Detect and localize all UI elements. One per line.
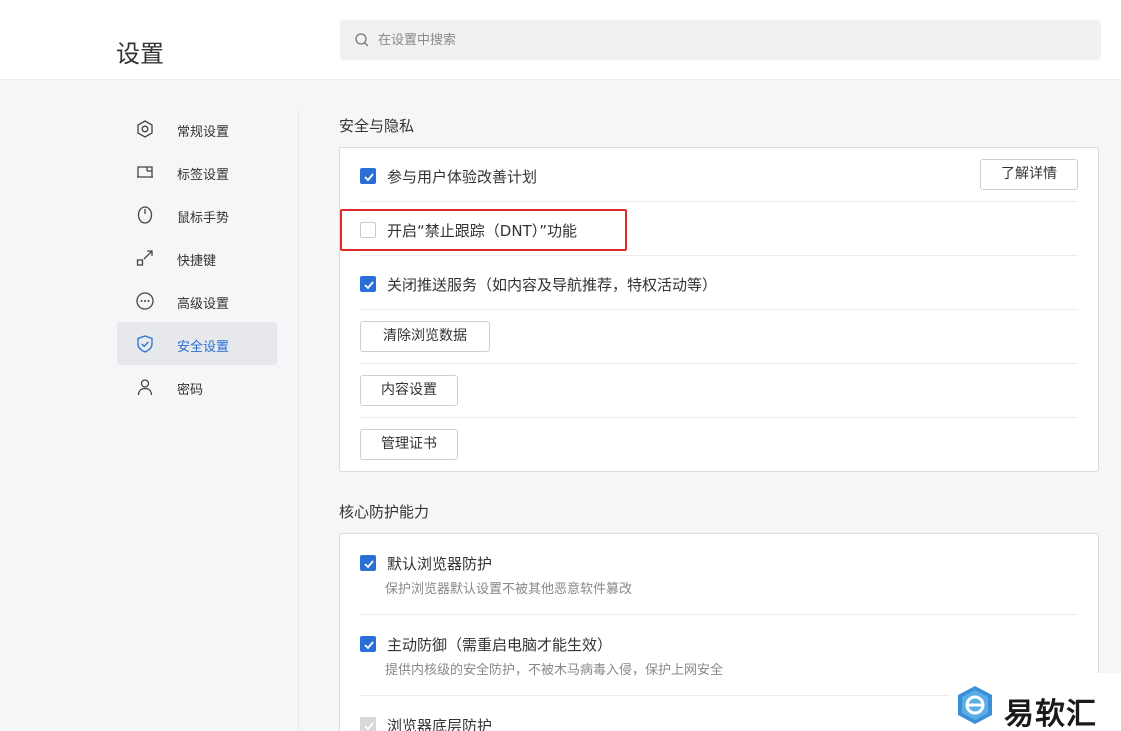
sidebar-item-label: 密码	[177, 383, 204, 398]
low-level-label: 浏览器底层防护	[387, 717, 493, 731]
check-icon	[364, 281, 374, 290]
default-browser-row: 默认浏览器防护 保护浏览器默认设置不被其他恶意软件篡改	[360, 534, 1078, 615]
clear-data-button[interactable]: 清除浏览数据	[360, 321, 490, 352]
shield-icon	[137, 335, 153, 353]
check-icon	[364, 560, 374, 569]
sidebar: 常规设置 标签设置 鼠标手势 快捷键 高级设置 安全设置 密码	[117, 107, 277, 408]
manage-cert-row: 管理证书	[360, 418, 1078, 472]
section-title-protection: 核心防护能力	[339, 503, 430, 521]
default-browser-desc: 保护浏览器默认设置不被其他恶意软件篡改	[385, 582, 633, 597]
sidebar-item-label: 标签设置	[177, 168, 230, 183]
search-box[interactable]	[340, 20, 1101, 60]
brand-logo-icon	[958, 686, 992, 724]
shortcut-arrow-icon	[136, 250, 153, 266]
push-row: 关闭推送服务（如内容及导航推荐，特权活动等）	[360, 256, 1078, 310]
watermark-text: 易软汇	[1004, 697, 1097, 731]
page-title: 设置	[116, 40, 164, 68]
details-button[interactable]: 了解详情	[980, 159, 1078, 190]
sidebar-item-password[interactable]: 密码	[117, 365, 277, 408]
sidebar-item-label: 常规设置	[177, 125, 230, 140]
sidebar-item-security[interactable]: 安全设置	[117, 322, 277, 365]
privacy-card: 参与用户体验改善计划 了解详情 开启“禁止跟踪（DNT）”功能 关闭推送服务（如…	[339, 147, 1099, 472]
push-label: 关闭推送服务（如内容及导航推荐，特权活动等）	[387, 276, 718, 294]
sidebar-item-label: 鼠标手势	[177, 211, 230, 226]
check-icon	[364, 641, 374, 650]
sidebar-item-label: 安全设置	[177, 340, 230, 355]
check-icon	[364, 722, 374, 731]
active-defense-desc: 提供内核级的安全防护，不被木马病毒入侵，保护上网安全	[385, 663, 724, 678]
sidebar-item-shortcuts[interactable]: 快捷键	[117, 236, 277, 279]
content-settings-row: 内容设置	[360, 364, 1078, 418]
mouse-icon	[137, 206, 153, 224]
default-browser-label: 默认浏览器防护	[387, 555, 493, 573]
more-circle-icon	[136, 292, 154, 310]
ux-plan-row: 参与用户体验改善计划 了解详情	[360, 148, 1078, 202]
ux-plan-checkbox[interactable]	[360, 168, 376, 184]
watermark-logo: 易软汇	[950, 673, 1121, 731]
sidebar-item-label: 快捷键	[177, 254, 217, 269]
active-defense-label: 主动防御（需重启电脑才能生效）	[387, 636, 613, 654]
sidebar-divider	[298, 110, 299, 731]
ux-plan-label: 参与用户体验改善计划	[387, 168, 538, 186]
sidebar-item-label: 高级设置	[177, 297, 230, 312]
sidebar-item-advanced[interactable]: 高级设置	[117, 279, 277, 322]
sidebar-item-general[interactable]: 常规设置	[117, 107, 277, 150]
active-defense-checkbox[interactable]	[360, 636, 376, 652]
clear-data-row: 清除浏览数据	[360, 310, 1078, 364]
sidebar-item-mouse[interactable]: 鼠标手势	[117, 193, 277, 236]
sidebar-item-tabs[interactable]: 标签设置	[117, 150, 277, 193]
check-icon	[364, 173, 374, 182]
push-checkbox[interactable]	[360, 276, 376, 292]
tab-icon	[137, 166, 153, 178]
user-icon	[137, 379, 153, 396]
manage-cert-button[interactable]: 管理证书	[360, 429, 458, 460]
default-browser-checkbox[interactable]	[360, 555, 376, 571]
hexagon-settings-icon	[137, 120, 153, 138]
section-title-privacy: 安全与隐私	[339, 117, 415, 135]
highlight-box	[340, 209, 627, 251]
content-settings-button[interactable]: 内容设置	[360, 375, 458, 406]
low-level-checkbox[interactable]	[360, 717, 376, 731]
header: 设置	[0, 0, 1121, 80]
search-icon	[355, 33, 369, 47]
search-input[interactable]	[378, 20, 1078, 60]
